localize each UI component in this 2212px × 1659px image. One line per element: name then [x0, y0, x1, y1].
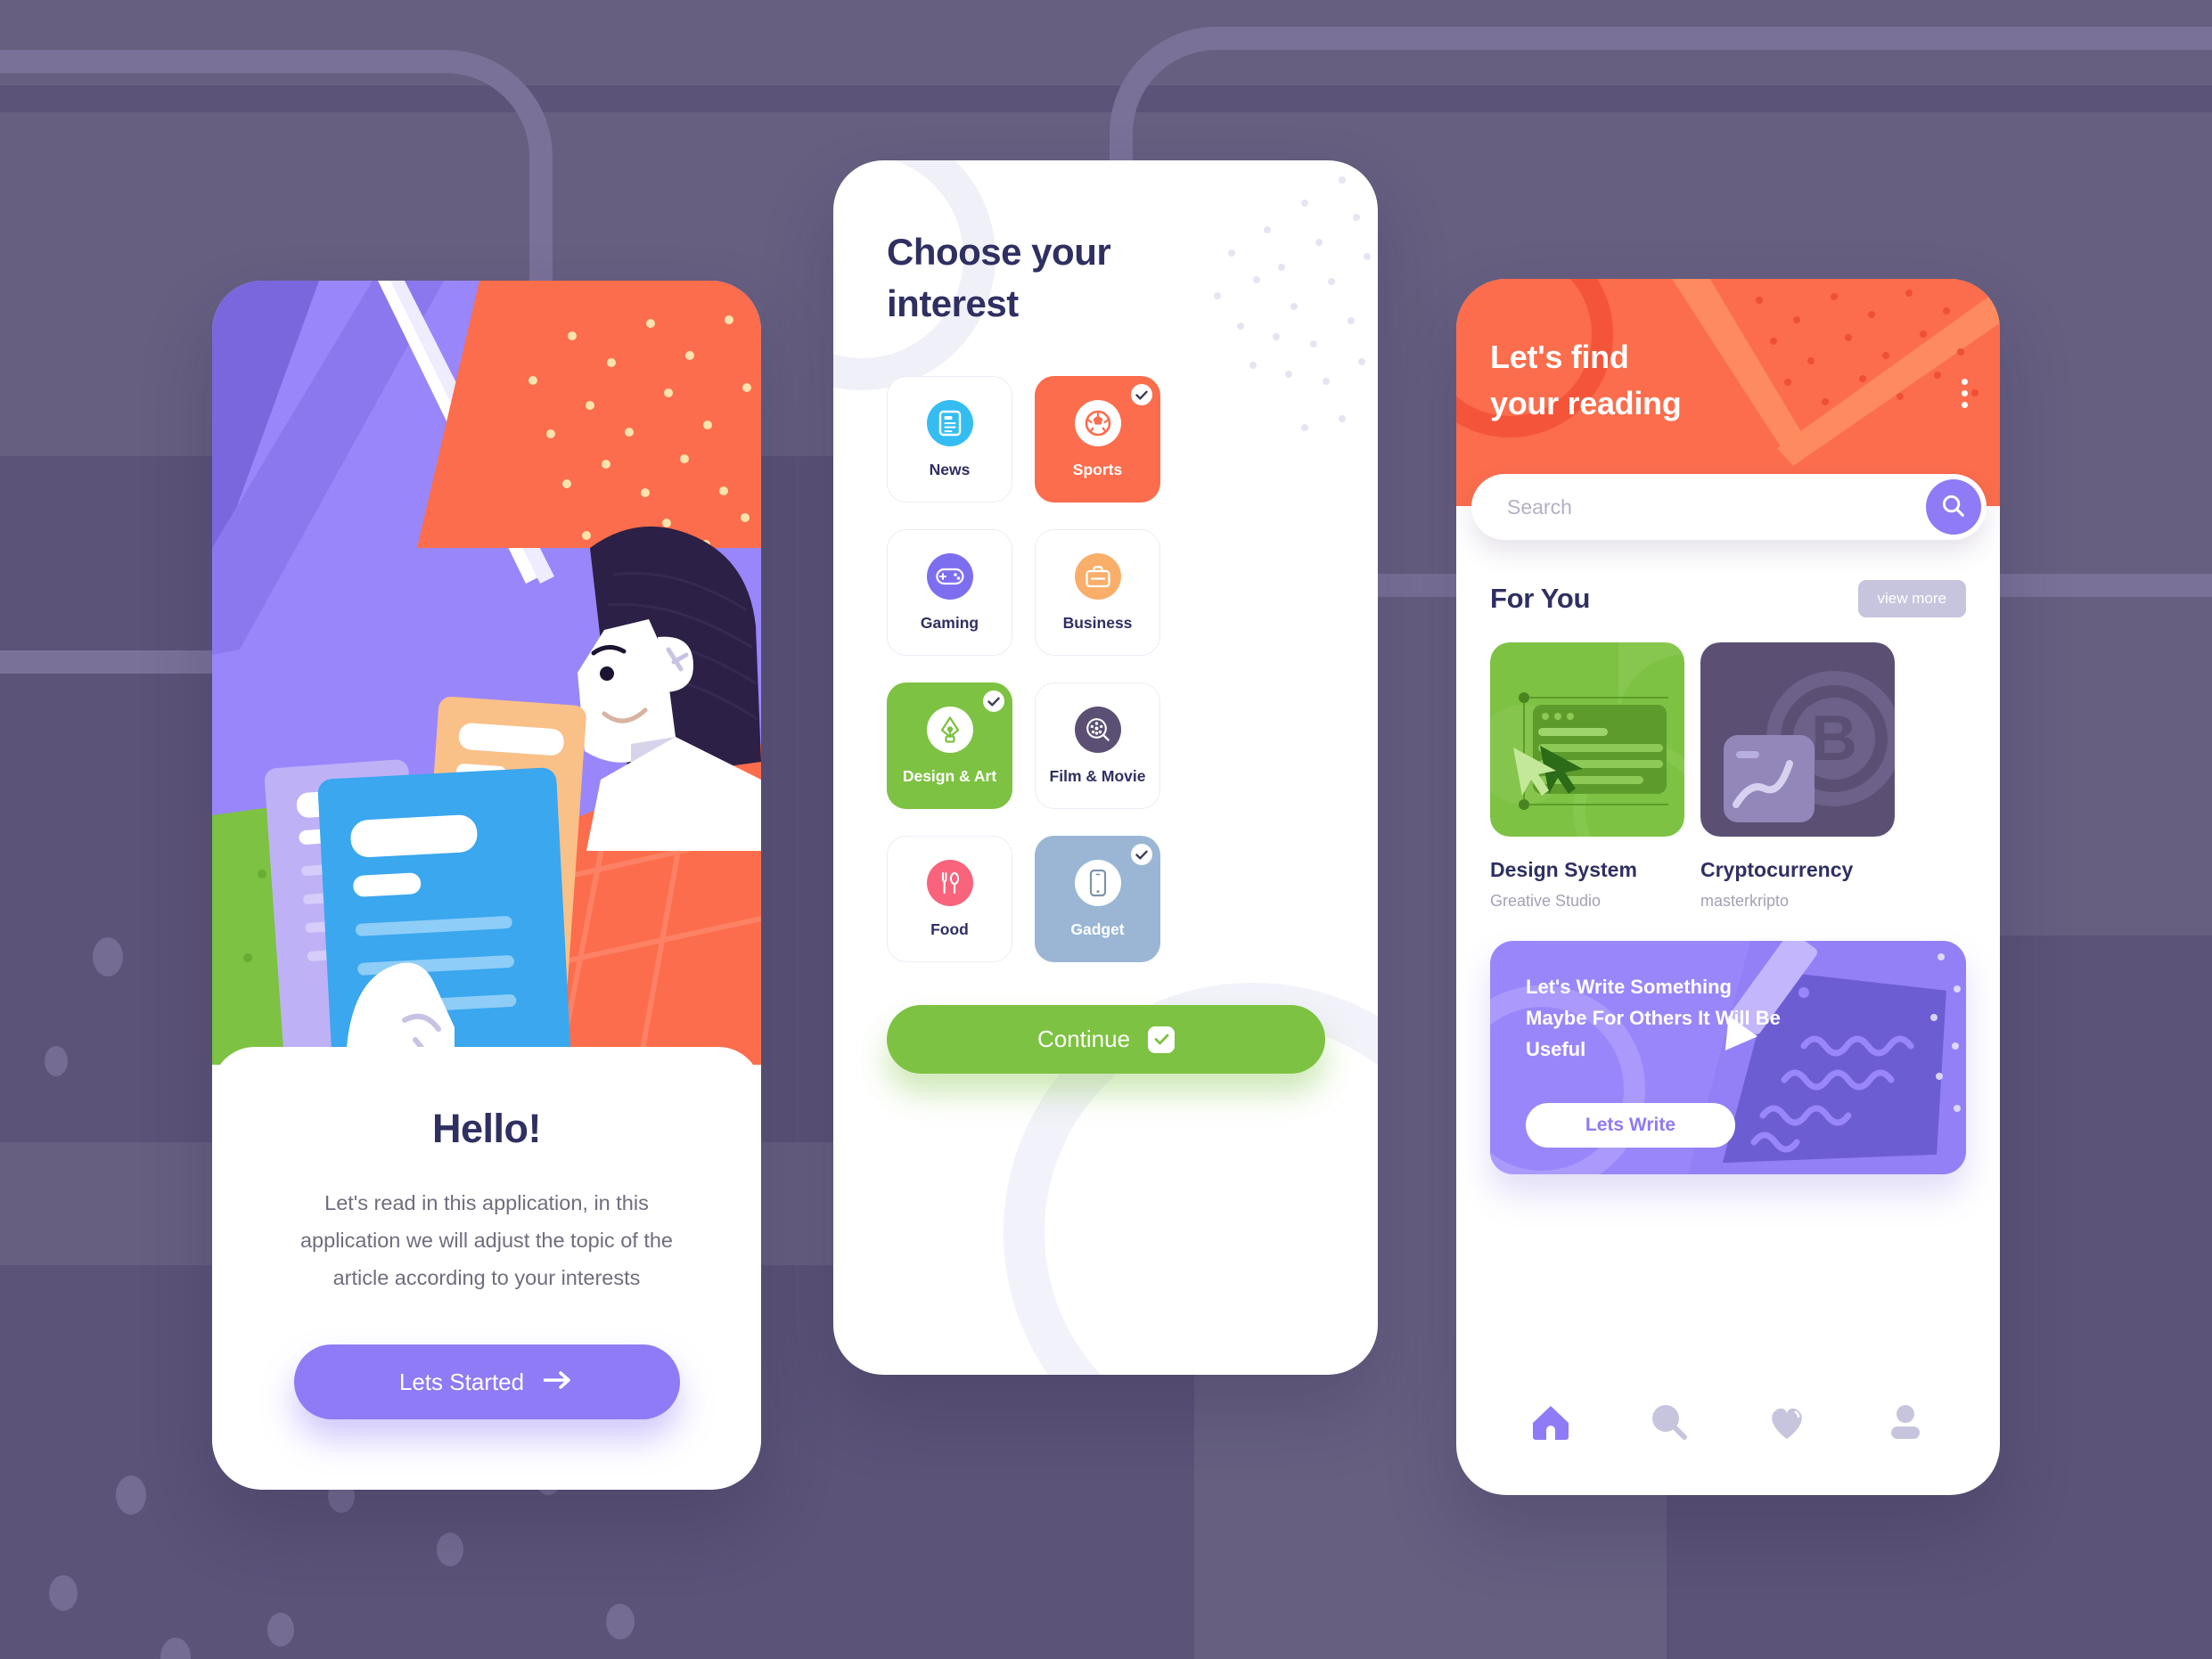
article-thumbnail	[1490, 642, 1684, 837]
article-card[interactable]: B Cryptocurrency masterkripto	[1700, 642, 1895, 911]
view-more-button[interactable]: view more	[1857, 580, 1966, 617]
profile-icon	[1886, 1403, 1925, 1445]
bg-dot	[267, 1613, 294, 1647]
hero-title-line1: Let's find	[1490, 339, 1629, 375]
bg-dot	[606, 1604, 635, 1639]
interest-tile-gadget[interactable]: Gadget	[1035, 836, 1160, 962]
interest-tile-film-and-movie[interactable]: Film & Movie	[1035, 682, 1160, 809]
continue-button[interactable]: Continue	[887, 1005, 1325, 1074]
article-thumbnail: B	[1700, 642, 1895, 837]
hero-title-line2: your reading	[1490, 385, 1682, 421]
arrow-right-icon	[542, 1369, 574, 1396]
check-icon	[1131, 844, 1152, 865]
pen-nib-icon	[926, 706, 973, 753]
interest-tile-food[interactable]: Food	[887, 836, 1012, 962]
cutlery-icon	[926, 859, 973, 906]
article-title: Design System	[1490, 858, 1637, 881]
bg-dot	[437, 1532, 463, 1566]
interest-tile-news[interactable]: News	[887, 376, 1012, 503]
promo-card[interactable]: Let's Write Something Maybe For Others I…	[1490, 941, 1966, 1174]
search-bar	[1471, 474, 1987, 540]
page-title: Choose your interest	[887, 226, 1324, 330]
page-title-line1: Choose your	[887, 231, 1111, 273]
home-body: For You view more Design System Greative…	[1456, 543, 2000, 1174]
onboarding-description: Let's read in this application, in this …	[299, 1191, 674, 1289]
interest-tile-business[interactable]: Business	[1035, 529, 1160, 656]
onboarding-illustration	[212, 281, 761, 1065]
interest-tile-sports[interactable]: Sports	[1035, 376, 1160, 503]
lets-started-button[interactable]: Lets Started	[293, 1344, 680, 1419]
for-you-header: For You view more	[1456, 580, 2000, 617]
interest-tile-gaming[interactable]: Gaming	[887, 529, 1012, 656]
bottom-tab-bar	[1456, 1379, 2000, 1495]
interest-tile-label: Food	[930, 919, 969, 938]
hero-title: Let's find your reading	[1490, 334, 1682, 427]
check-icon	[983, 691, 1004, 712]
interest-tile-label: Business	[1062, 613, 1133, 632]
check-square-icon	[1148, 1026, 1176, 1053]
phone-onboarding-screen: Hello! Let's read in this application, i…	[212, 281, 761, 1490]
promo-title: Let's Write Something Maybe For Others I…	[1526, 976, 1781, 1060]
bg-dot	[93, 937, 123, 977]
soccer-ball-icon	[1074, 399, 1121, 446]
search-icon	[1650, 1402, 1689, 1446]
tab-profile[interactable]	[1879, 1397, 1932, 1451]
interest-tile-label: News	[929, 460, 971, 478]
interest-grid: News Sports Gaming Business Design & Art…	[887, 376, 1324, 962]
interest-tile-label: Sports	[1072, 460, 1123, 478]
section-title: For You	[1490, 583, 1591, 614]
bg-dot	[45, 1046, 68, 1076]
smartphone-icon	[1074, 859, 1121, 906]
phone-interest-screen: Choose your interest News Sports Gaming …	[833, 160, 1378, 1375]
document-icon	[926, 399, 973, 446]
article-card[interactable]: Design System Greative Studio	[1490, 642, 1684, 911]
page-title-line2: interest	[887, 282, 1019, 324]
bg-dot	[49, 1575, 78, 1611]
article-author: Greative Studio	[1490, 892, 1602, 910]
tab-favourites[interactable]	[1760, 1397, 1814, 1451]
interest-tile-label: Film & Movie	[1049, 766, 1146, 785]
bg-dot	[116, 1475, 146, 1515]
tab-home[interactable]	[1524, 1397, 1577, 1451]
interest-tile-label: Gaming	[920, 613, 979, 632]
film-reel-icon	[1074, 706, 1121, 753]
lets-write-button[interactable]: Lets Write	[1526, 1103, 1735, 1148]
interest-tile-design-and-art[interactable]: Design & Art	[887, 682, 1012, 809]
search-icon	[1941, 494, 1966, 521]
continue-label: Continue	[1036, 1026, 1131, 1052]
for-you-card-list: Design System Greative Studio B Cryptocu…	[1456, 642, 2000, 911]
kebab-menu-icon[interactable]	[1962, 379, 1968, 408]
article-title: Cryptocurrency	[1700, 858, 1854, 881]
page-title: Hello!	[431, 1106, 542, 1151]
interest-tile-label: Design & Art	[902, 766, 997, 785]
lets-started-label: Lets Started	[398, 1368, 525, 1395]
tab-search[interactable]	[1643, 1397, 1696, 1451]
home-icon	[1531, 1403, 1570, 1445]
interest-tile-label: Gadget	[1070, 919, 1125, 938]
check-icon	[1131, 384, 1152, 405]
article-author: masterkripto	[1700, 892, 1790, 910]
briefcase-icon	[1074, 552, 1121, 600]
heart-icon	[1767, 1403, 1806, 1445]
search-input[interactable]	[1471, 494, 1926, 519]
svg-text:B: B	[1811, 703, 1857, 774]
search-button[interactable]	[1926, 479, 1981, 535]
onboarding-card: Hello! Let's read in this application, i…	[212, 1047, 761, 1490]
gamepad-icon	[926, 552, 973, 600]
phone-home-screen: Let's find your reading For You view mor…	[1456, 279, 2000, 1495]
